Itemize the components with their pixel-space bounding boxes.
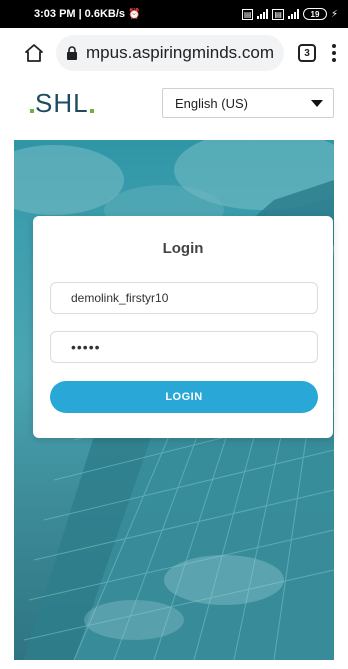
home-icon[interactable] [24,43,44,63]
battery-icon: 19 [302,8,327,20]
logo-dot-left [30,109,34,113]
username-input[interactable] [50,282,318,314]
charging-icon: ⚡ [330,8,338,20]
browser-toolbar: mpus.aspiringminds.com 3 [0,28,348,78]
alarm-icon: ⏰ [128,8,141,20]
language-selected-value: English (US) [175,95,248,111]
volte-icon: ▤ [241,8,254,20]
logo-text: SHL [35,88,89,118]
signal-icon-2 [287,9,299,19]
language-select[interactable]: English (US) [162,88,334,118]
chevron-down-icon [311,99,323,107]
site-header: SHL English (US) [0,78,348,128]
shl-logo: SHL [30,90,94,116]
login-title: Login [162,240,204,257]
status-speed: 0.6KB/s [84,8,126,20]
login-card: Login LOGIN [33,216,333,438]
tab-count: 3 [304,47,310,59]
address-bar[interactable]: mpus.aspiringminds.com [56,35,284,71]
status-right: ▤ ▤ 19 ⚡ [241,8,338,20]
status-time: 3:03 PM [34,8,76,20]
volte-icon-2: ▤ [272,8,284,20]
status-left: 3:03 PM | 0.6KB/s ⏰ [34,8,140,20]
battery-level: 19 [310,9,320,19]
login-button[interactable]: LOGIN [50,381,318,413]
url-text: mpus.aspiringminds.com [86,43,274,62]
status-bar: 3:03 PM | 0.6KB/s ⏰ ▤ ▤ 19 ⚡ [0,0,348,28]
lock-icon [67,46,77,60]
logo-dot-right [89,109,94,113]
signal-icon [257,9,269,19]
tab-switcher-button[interactable]: 3 [298,44,316,62]
status-separator: | [78,8,82,20]
password-input[interactable] [50,331,318,363]
more-menu-icon[interactable] [332,44,336,62]
